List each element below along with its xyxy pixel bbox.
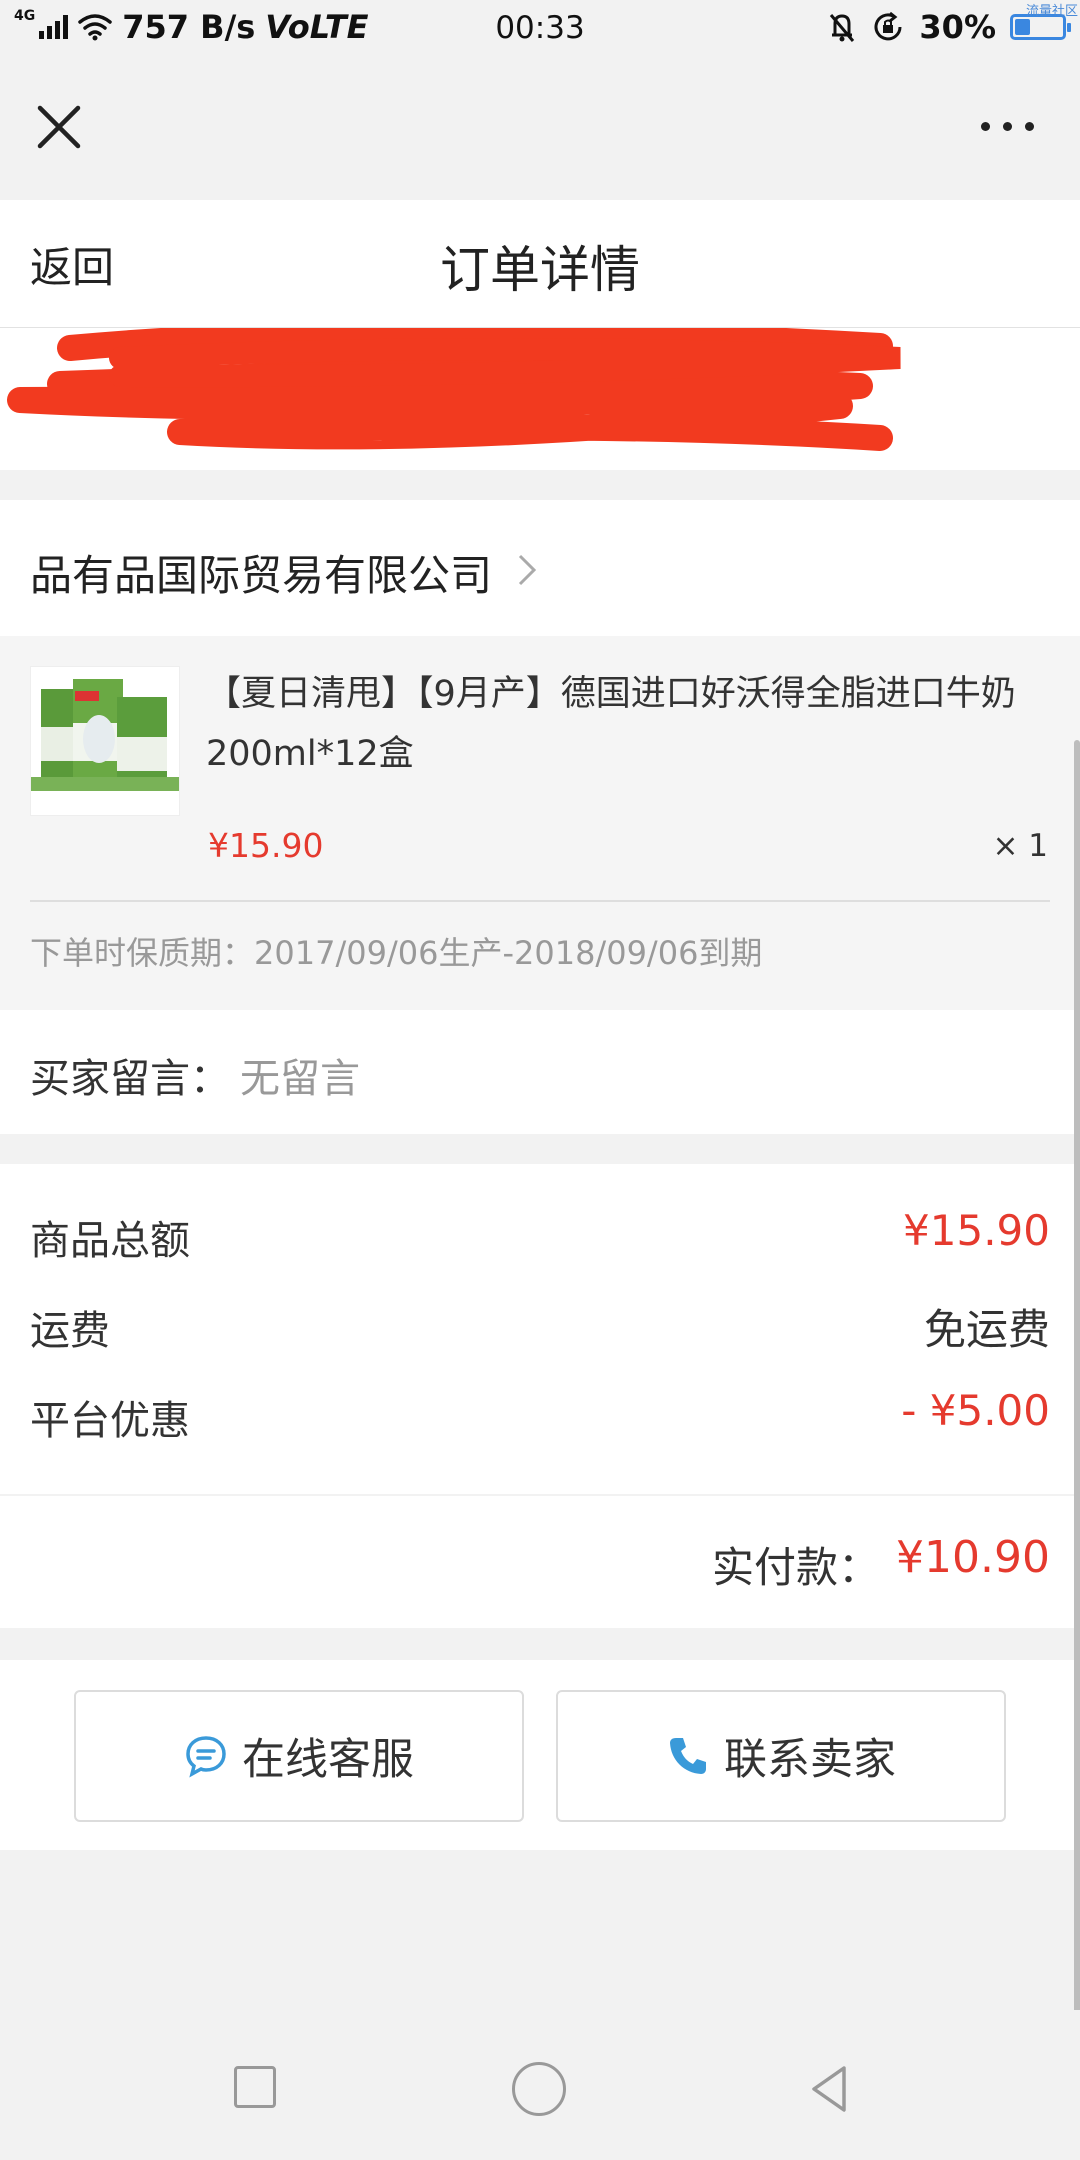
online-service-button[interactable]: 在线客服: [74, 1690, 524, 1822]
product-title: 【夏日清甩】【9月产】德国进口好沃得全脂进口牛奶200ml*12盒: [206, 674, 1016, 774]
close-icon[interactable]: [34, 102, 84, 152]
scrollbar[interactable]: [1074, 740, 1080, 2020]
buyer-message-label: 买家留言：: [30, 1056, 230, 1102]
total-paid-row: 实付款： ¥10.90: [0, 1496, 1080, 1628]
back-triangle-icon[interactable]: [804, 2062, 854, 2116]
page-title: 订单详情: [440, 241, 640, 299]
divider: [30, 900, 1050, 902]
webview-top-bar: [0, 56, 1080, 200]
price-summary: 商品总额 ¥15.90 运费 免运费 平台优惠 - ¥5.00: [0, 1164, 1080, 1494]
shipping-label: 运费: [30, 1308, 110, 1354]
shelf-life-text: 下单时保质期：2017/09/06生产-2018/09/06到期: [30, 934, 763, 972]
buyer-message-row: 买家留言： 无留言: [0, 1010, 1080, 1134]
phone-icon: [670, 1738, 706, 1774]
page-header: 返回 订单详情: [0, 200, 1080, 328]
chevron-right-icon: [518, 554, 537, 586]
contact-seller-label: 联系卖家: [724, 1735, 896, 1785]
buyer-message-value: 无留言: [240, 1056, 360, 1102]
system-nav-bar: [0, 2010, 1080, 2160]
contact-seller-button[interactable]: 联系卖家: [556, 1690, 1006, 1822]
product-image: [30, 666, 180, 816]
discount-value: - ¥5.00: [901, 1386, 1050, 1435]
online-service-label: 在线客服: [242, 1735, 414, 1785]
discount-label: 平台优惠: [30, 1398, 190, 1444]
mute-bell-icon: [830, 14, 855, 42]
address-section: [0, 328, 1080, 470]
total-paid-label: 实付款：: [711, 1543, 880, 1592]
shipping-value: 免运费: [923, 1305, 1050, 1354]
status-bar: 4G 757 B/s VoLTE 00:33 30% 流量社区: [0, 0, 1080, 56]
action-bar: 在线客服 联系卖家: [0, 1660, 1080, 1850]
product-price: ¥15.90: [208, 826, 324, 865]
product-quantity: × 1: [992, 828, 1048, 864]
rotation-lock-icon: [874, 11, 902, 41]
recent-apps-icon[interactable]: [234, 2066, 276, 2108]
battery-percent: 30%: [919, 8, 996, 46]
watermark: 流量社区: [1025, 4, 1078, 19]
product-card[interactable]: 【夏日清甩】【9月产】德国进口好沃得全脂进口牛奶200ml*12盒 ¥15.90…: [0, 636, 1080, 1010]
goods-total-value: ¥15.90: [903, 1206, 1050, 1255]
goods-total-label: 商品总额: [30, 1218, 190, 1264]
shop-name: 品有品国际贸易有限公司: [30, 551, 493, 600]
more-options-icon[interactable]: [981, 122, 1034, 131]
home-icon[interactable]: [512, 2062, 566, 2116]
total-paid-value: ¥10.90: [896, 1532, 1050, 1583]
redaction-scribble: [7, 328, 901, 451]
battery-level: [1015, 19, 1030, 35]
chat-bubble-icon: [186, 1736, 226, 1778]
shop-row[interactable]: 品有品国际贸易有限公司: [0, 500, 1080, 636]
